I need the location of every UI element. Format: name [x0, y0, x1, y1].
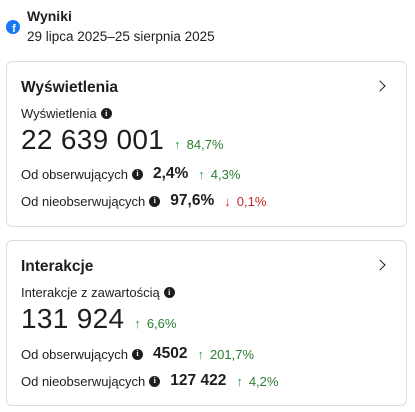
views-total-value: 22 639 001 [21, 124, 165, 155]
arrow-up-icon: ↑ [197, 346, 204, 362]
facebook-icon: f [6, 20, 20, 34]
views-followers-change: ↑ 4,3% [198, 167, 240, 182]
interactions-total-value: 131 924 [21, 303, 125, 334]
arrow-up-icon: ↑ [174, 137, 181, 152]
header-title: Wyniki [27, 8, 72, 24]
views-total-change-value: 84,7% [186, 137, 224, 152]
info-icon[interactable]: i [131, 348, 143, 360]
interactions-total-change-value: 6,6% [146, 316, 177, 331]
interactions-value-row: 131 924 ↑ 6,6% [21, 303, 176, 335]
interactions-card[interactable]: Interakcje Interakcje z zawartością i 13… [6, 240, 407, 406]
facebook-icon-glyph: f [12, 23, 16, 34]
views-nonfollowers-value: 97,6% [170, 192, 215, 209]
interactions-metric-label-row: Interakcje z zawartością i [21, 285, 175, 300]
interactions-card-title: Interakcje [21, 258, 94, 275]
interactions-metric-label: Interakcje z zawartością [21, 285, 160, 300]
interactions-followers-label: Od obserwujących [21, 346, 128, 362]
views-nonfollowers-row: Od nieobserwujących i 97,6% ↓ 0,1% [21, 192, 266, 210]
date-range: 29 lipca 2025–25 sierpnia 2025 [27, 29, 215, 44]
interactions-nonfollowers-change-value: 4,2% [248, 373, 279, 389]
views-nonfollowers-label: Od nieobserwujących [21, 193, 146, 209]
interactions-followers-value: 4502 [152, 345, 188, 362]
info-icon[interactable]: i [131, 168, 143, 180]
info-icon[interactable]: i [149, 375, 161, 387]
interactions-nonfollowers-row: Od nieobserwujących i 127 422 ↑ 4,2% [21, 372, 278, 390]
arrow-up-icon: ↑ [198, 166, 205, 182]
interactions-followers-row: Od obserwujących i 4502 ↑ 201,7% [21, 345, 254, 363]
views-card[interactable]: Wyświetlenia Wyświetlenia i 22 639 001 ↑… [6, 61, 407, 227]
interactions-followers-change-value: 201,7% [209, 346, 255, 362]
views-followers-label: Od obserwujących [21, 166, 128, 182]
arrow-down-icon: ↓ [224, 193, 231, 209]
views-followers-change-value: 4,3% [210, 166, 241, 182]
chevron-right-icon[interactable] [374, 80, 386, 92]
interactions-nonfollowers-change: ↑ 4,2% [236, 374, 278, 389]
views-nonfollowers-change-value: 0,1% [236, 193, 267, 209]
views-followers-row: Od obserwujących i 2,4% ↑ 4,3% [21, 165, 240, 183]
views-metric-label-row: Wyświetlenia i [21, 106, 112, 121]
interactions-followers-change: ↑ 201,7% [197, 347, 254, 362]
info-icon[interactable]: i [149, 195, 161, 207]
info-icon[interactable]: i [163, 287, 175, 298]
chevron-right-icon[interactable] [374, 259, 386, 271]
views-followers-value: 2,4% [152, 165, 189, 182]
interactions-nonfollowers-value: 127 422 [170, 372, 227, 389]
views-total-change: ↑ 84,7% [174, 137, 223, 152]
views-nonfollowers-change: ↓ 0,1% [224, 194, 266, 209]
arrow-up-icon: ↑ [236, 373, 243, 389]
info-icon[interactable]: i [100, 108, 112, 119]
views-metric-label: Wyświetlenia [21, 106, 97, 121]
views-value-row: 22 639 001 ↑ 84,7% [21, 124, 224, 156]
arrow-up-icon: ↑ [134, 316, 141, 331]
results-header: f Wyniki 29 lipca 2025–25 sierpnia 2025 [0, 0, 415, 56]
views-card-title: Wyświetlenia [21, 79, 119, 96]
interactions-nonfollowers-label: Od nieobserwujących [21, 373, 146, 389]
interactions-total-change: ↑ 6,6% [134, 316, 176, 331]
